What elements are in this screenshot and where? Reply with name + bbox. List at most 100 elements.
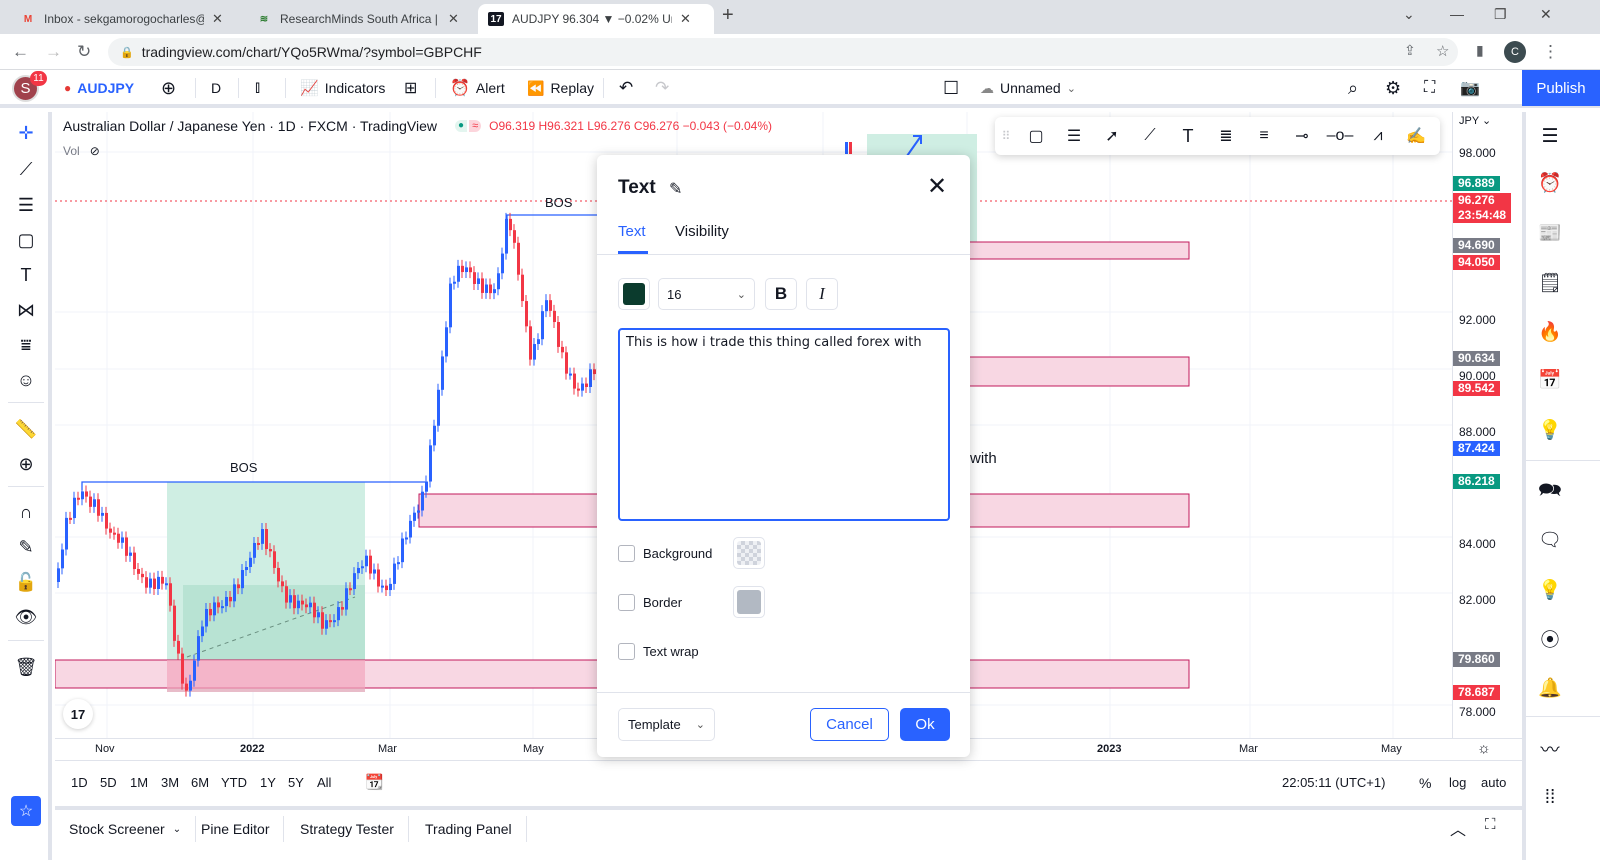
publish-button[interactable]: Publish — [1522, 70, 1600, 106]
close-dialog-icon[interactable]: ✕ — [927, 175, 947, 199]
range-ytd[interactable]: YTD — [221, 775, 247, 790]
compare-symbol-button[interactable]: ⊕ — [161, 70, 176, 106]
rectangle-tool[interactable]: ▢ — [1017, 117, 1055, 155]
hotlists-button[interactable]: 🔥 — [1536, 318, 1564, 346]
fib-extension-tool[interactable]: ≡ — [1245, 117, 1283, 155]
fib-retracement-tool[interactable]: ≣ — [1207, 117, 1245, 155]
icons-tool[interactable]: ☺ — [10, 365, 42, 395]
shapes-tool[interactable]: ▢ — [10, 225, 42, 255]
search-button[interactable]: ⌕ — [1348, 70, 1358, 106]
trendline-tool[interactable]: ⟋ — [10, 154, 42, 184]
redo-button[interactable]: ↷ — [655, 70, 669, 106]
calendar-button[interactable]: 📅 — [1536, 366, 1564, 394]
log-scale-toggle[interactable]: log — [1449, 775, 1466, 790]
timezone-clock[interactable]: 22:05:11 (UTC+1) — [1282, 775, 1385, 790]
dom-button[interactable]: ⁞⁞ — [1536, 784, 1564, 812]
border-checkbox[interactable] — [618, 594, 635, 611]
forecast-tool[interactable]: ⩸ — [10, 330, 42, 360]
text-wrap-option[interactable]: Text wrap — [618, 643, 699, 660]
notifications-button[interactable]: 🔔 — [1536, 674, 1564, 702]
close-tab-icon[interactable]: ✕ — [212, 11, 223, 27]
tab-strategy-tester[interactable]: Strategy Tester — [286, 816, 409, 842]
browser-tab-researchminds[interactable]: ≋ ResearchMinds South Africa | Re ✕ — [246, 4, 478, 34]
fib-tool[interactable]: ☰ — [10, 190, 42, 220]
auto-scale-toggle[interactable]: auto — [1481, 775, 1506, 790]
range-3m[interactable]: 3M — [161, 775, 179, 790]
browser-tab-tradingview[interactable]: 17 AUDJPY 96.304 ▼ −0.02% Unnam ✕ — [478, 4, 714, 34]
private-chats-button[interactable]: 🗨 — [1536, 526, 1564, 554]
measure-tool[interactable]: 📏 — [10, 414, 42, 444]
tab-trading-panel[interactable]: Trading Panel — [411, 816, 527, 842]
minimize-icon[interactable]: — — [1450, 6, 1464, 22]
eye-hidden-icon[interactable]: ⊘ — [90, 144, 100, 158]
horizontal-line-tool[interactable]: –o– — [1321, 117, 1359, 155]
reload-icon[interactable]: ↻ — [77, 42, 91, 62]
arrow-tool[interactable]: ➚ — [1093, 117, 1131, 155]
restore-icon[interactable]: ❐ — [1494, 6, 1507, 23]
range-6m[interactable]: 6M — [191, 775, 209, 790]
close-window-icon[interactable]: ✕ — [1540, 6, 1552, 23]
range-1y[interactable]: 1Y — [260, 775, 276, 790]
close-tab-icon[interactable]: ✕ — [448, 11, 459, 27]
news-button[interactable]: 📰 — [1536, 219, 1564, 247]
favorites-button[interactable]: ☆ — [11, 796, 41, 826]
forward-icon[interactable]: → — [45, 42, 62, 62]
path-tool[interactable]: ⩘ — [1359, 117, 1397, 155]
layout-select-button[interactable]: ☐ — [943, 70, 959, 106]
snapshot-button[interactable]: 📷 — [1460, 70, 1480, 106]
text-color-button[interactable] — [618, 278, 650, 310]
range-5d[interactable]: 5D — [100, 775, 117, 790]
parallel-channel-tool[interactable]: ☰ — [1055, 117, 1093, 155]
chart-settings-icon[interactable]: ☼ — [1477, 740, 1491, 757]
templates-button[interactable]: ⊞ — [404, 70, 417, 106]
bold-toggle[interactable]: B — [765, 278, 797, 310]
replay-button[interactable]: ⏪ Replay — [527, 70, 594, 106]
template-dropdown[interactable]: Template ⌄ — [618, 708, 715, 741]
alerts-button[interactable]: ⏰ — [1536, 169, 1564, 197]
range-all[interactable]: All — [317, 775, 331, 790]
chats-button[interactable]: 🗪 — [1536, 478, 1564, 506]
tradingview-logo[interactable]: 17 — [63, 699, 93, 729]
tab-pine-editor[interactable]: Pine Editor — [187, 816, 285, 842]
maximize-panel-icon[interactable]: ⛶ — [1485, 816, 1496, 833]
hide-drawings-tool[interactable]: 👁 — [10, 602, 42, 632]
text-tool[interactable]: T — [1169, 117, 1207, 155]
bookmark-star-icon[interactable]: ☆ — [1436, 42, 1449, 60]
font-size-select[interactable]: 16 ⌄ — [658, 278, 755, 310]
settings-button[interactable]: ⚙ — [1385, 70, 1401, 106]
alert-button[interactable]: ⏰ Alert — [450, 70, 505, 106]
watchlist-button[interactable]: ☰ — [1536, 122, 1564, 150]
indicators-button[interactable]: 📈 Indicators — [300, 70, 385, 106]
text-tool[interactable]: T — [10, 260, 42, 290]
percent-scale-toggle[interactable]: % — [1419, 775, 1431, 791]
trendline-tool[interactable]: ⟋ — [1131, 117, 1169, 155]
tab-text[interactable]: Text — [618, 223, 646, 240]
border-color-button[interactable] — [733, 586, 765, 618]
remove-drawings-tool[interactable]: 🗑 — [10, 652, 42, 682]
fullscreen-button[interactable]: ⛶ — [1424, 70, 1435, 106]
profile-avatar[interactable]: C — [1504, 41, 1526, 63]
range-1m[interactable]: 1M — [130, 775, 148, 790]
tab-search-icon[interactable]: ⌄ — [1403, 6, 1415, 23]
chart-type-button[interactable]: ⫾ — [255, 70, 260, 106]
tab-stock-screener[interactable]: Stock Screener ⌄ — [55, 816, 197, 842]
goto-date-button[interactable]: 📆 — [365, 773, 384, 791]
border-option[interactable]: Border — [618, 594, 682, 611]
undo-button[interactable]: ↶ — [619, 70, 633, 106]
range-1d[interactable]: 1D — [71, 775, 88, 790]
ideas-stream-button[interactable]: 💡 — [1536, 576, 1564, 604]
url-field[interactable]: 🔒 tradingview.com/chart/YQo5RWma/?symbol… — [108, 38, 1458, 66]
rename-pencil-icon[interactable]: ✎ — [669, 179, 682, 199]
horizontal-ray-tool[interactable]: ⊸ — [1283, 117, 1321, 155]
range-5y[interactable]: 5Y — [288, 775, 304, 790]
magnet-tool[interactable]: ∩ — [10, 497, 42, 527]
stay-in-drawing-tool[interactable]: ✎ — [10, 532, 42, 562]
layout-name-button[interactable]: ☁ Unnamed ⌄ — [980, 70, 1076, 106]
zoom-in-tool[interactable]: ⊕ — [10, 449, 42, 479]
share-icon[interactable]: ⇪ — [1404, 42, 1416, 59]
back-icon[interactable]: ← — [12, 42, 29, 62]
text-wrap-checkbox[interactable] — [618, 643, 635, 660]
trading-signals-button[interactable]: 〰 — [1536, 734, 1564, 762]
collapse-panel-icon[interactable]: ︿ — [1450, 816, 1466, 840]
close-tab-icon[interactable]: ✕ — [680, 11, 691, 27]
